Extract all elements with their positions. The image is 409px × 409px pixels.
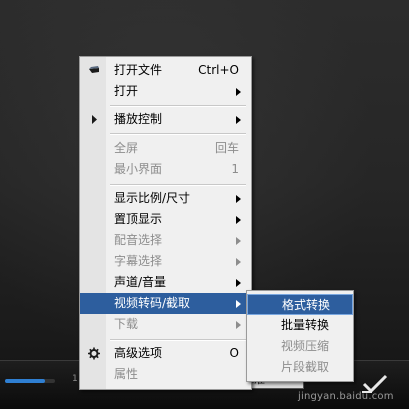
submenu-item-label: 视频压缩 xyxy=(281,339,330,353)
volume-progress-bar[interactable] xyxy=(5,379,55,383)
menu-item-aspect-ratio[interactable]: 显示比例/尺寸 xyxy=(80,188,251,209)
menu-item-playback-control[interactable]: 播放控制 xyxy=(80,109,251,130)
menu-item-fullscreen[interactable]: 全屏 回车 xyxy=(80,138,251,159)
menu-item-label: 最小界面 xyxy=(114,162,163,176)
menu-item-label: 打开文件 xyxy=(114,63,163,77)
menu-item-open[interactable]: 打开 xyxy=(80,81,251,102)
submenu-arrow-icon xyxy=(236,116,241,124)
menu-item-mini-mode[interactable]: 最小界面 1 xyxy=(80,159,251,180)
menu-separator xyxy=(110,105,246,107)
menu-separator xyxy=(110,184,246,186)
menu-item-label: 配音选择 xyxy=(114,233,163,247)
submenu-item-video-compress[interactable]: 视频压缩 xyxy=(247,336,353,357)
menu-item-properties[interactable]: 属性 xyxy=(80,364,251,385)
open-file-icon xyxy=(89,66,99,73)
submenu-arrow-icon xyxy=(236,195,241,203)
menu-item-label: 属性 xyxy=(114,367,139,381)
menu-item-shortcut: 回车 xyxy=(214,141,239,155)
menu-item-open-file[interactable]: 打开文件 Ctrl+O xyxy=(80,60,251,81)
menu-item-label: 置顶显示 xyxy=(114,212,163,226)
menu-item-shortcut: O xyxy=(229,346,239,360)
menu-separator xyxy=(110,339,246,341)
menu-item-always-on-top[interactable]: 置顶显示 xyxy=(80,209,251,230)
menu-item-label: 声道/音量 xyxy=(114,275,167,289)
play-triangle-icon xyxy=(92,115,97,124)
submenu-item-clip-capture[interactable]: 片段截取 xyxy=(247,357,353,378)
menu-item-label: 全屏 xyxy=(114,141,139,155)
menu-item-label: 显示比例/尺寸 xyxy=(114,191,191,205)
submenu-item-format-convert[interactable]: 格式转换 xyxy=(247,294,353,315)
submenu-arrow-icon xyxy=(236,321,241,329)
submenu-arrow-icon xyxy=(236,237,241,245)
submenu-item-label: 格式转换 xyxy=(282,298,331,312)
submenu-item-label: 片段截取 xyxy=(281,360,330,374)
submenu-arrow-icon xyxy=(236,300,241,308)
menu-item-label: 打开 xyxy=(114,84,139,98)
context-menu: 打开文件 Ctrl+O 打开 播放控制 全屏 回车 最小界面 1 显示比例/尺寸… xyxy=(79,56,252,390)
menu-item-advanced-options[interactable]: 高级选项 O xyxy=(80,343,251,364)
menu-item-label: 高级选项 xyxy=(114,346,163,360)
menu-item-audio-track[interactable]: 配音选择 xyxy=(80,230,251,251)
menu-item-label: 字幕选择 xyxy=(114,254,163,268)
submenu-item-batch-convert[interactable]: 批量转换 xyxy=(247,315,353,336)
menu-item-video-transcode[interactable]: 视频转码/截取 xyxy=(80,293,251,314)
submenu-arrow-icon xyxy=(236,88,241,96)
menu-item-label: 下载 xyxy=(114,317,139,331)
menu-item-channel-volume[interactable]: 声道/音量 xyxy=(80,272,251,293)
transcode-submenu: 格式转换 批量转换 视频压缩 片段截取 xyxy=(246,290,354,382)
submenu-arrow-icon xyxy=(236,279,241,287)
menu-item-shortcut: 1 xyxy=(231,162,239,176)
menu-separator xyxy=(110,133,246,135)
menu-item-label: 视频转码/截取 xyxy=(114,296,191,310)
gear-icon xyxy=(88,347,100,360)
submenu-arrow-icon xyxy=(236,216,241,224)
progress-fill xyxy=(5,379,45,383)
checkmark-icon[interactable] xyxy=(362,373,388,395)
menu-item-label: 播放控制 xyxy=(114,112,163,126)
menu-item-download[interactable]: 下载 xyxy=(80,314,251,335)
submenu-arrow-icon xyxy=(236,258,241,266)
menu-item-subtitle[interactable]: 字幕选择 xyxy=(80,251,251,272)
menu-item-shortcut: Ctrl+O xyxy=(198,63,239,77)
submenu-item-label: 批量转换 xyxy=(281,318,330,332)
